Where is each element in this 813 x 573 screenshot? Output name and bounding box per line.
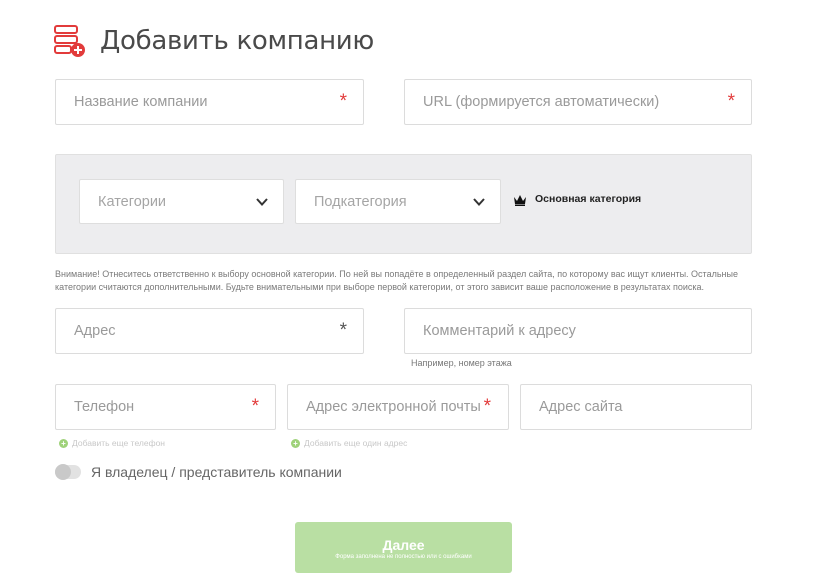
- add-phone-link[interactable]: + Добавить еще телефон: [59, 438, 165, 448]
- main-category-label: Основная категория: [535, 193, 642, 205]
- chevron-down-icon: [255, 195, 269, 209]
- required-mark: *: [727, 91, 735, 112]
- email-placeholder: Адрес электронной почты: [306, 399, 481, 415]
- email-input[interactable]: Адрес электронной почты *: [287, 384, 509, 430]
- address-placeholder: Адрес: [74, 323, 116, 339]
- crown-icon: [513, 193, 527, 206]
- required-mark: *: [339, 91, 347, 112]
- server-add-icon: [54, 24, 86, 58]
- owner-toggle-label: Я владелец / представитель компании: [91, 464, 342, 480]
- add-email-link[interactable]: + Добавить еще один адрес: [291, 438, 407, 448]
- required-mark: *: [483, 396, 491, 417]
- main-category-marker[interactable]: Основная категория: [513, 193, 642, 206]
- address-comment-input[interactable]: Комментарий к адресу: [404, 308, 752, 354]
- plus-icon: +: [291, 438, 300, 448]
- next-button[interactable]: Далее Форма заполнена не полностью или с…: [295, 522, 512, 573]
- website-placeholder: Адрес сайта: [539, 399, 623, 415]
- category-notice: Внимание! Отнеситесь ответственно к выбо…: [55, 269, 738, 292]
- url-input[interactable]: URL (формируется автоматически) *: [404, 79, 752, 125]
- company-name-placeholder: Название компании: [74, 94, 208, 110]
- company-name-input[interactable]: Название компании *: [55, 79, 364, 125]
- category-select-placeholder: Категории: [98, 193, 167, 210]
- toggle-knob: [55, 464, 71, 480]
- chevron-down-icon: [472, 195, 486, 209]
- add-phone-label: Добавить еще телефон: [72, 438, 165, 448]
- plus-icon: +: [59, 438, 68, 448]
- next-button-label: Далее: [382, 537, 425, 553]
- address-comment-hint: Например, номер этажа: [411, 358, 512, 368]
- page-header: Добавить компанию: [54, 24, 374, 58]
- phone-input[interactable]: Телефон *: [55, 384, 276, 430]
- phone-placeholder: Телефон: [74, 399, 135, 415]
- owner-toggle-row[interactable]: Я владелец / представитель компании: [55, 464, 342, 480]
- next-button-sublabel: Форма заполнена не полностью или с ошибк…: [335, 554, 472, 560]
- subcategory-select-placeholder: Подкатегория: [314, 193, 407, 210]
- address-comment-placeholder: Комментарий к адресу: [423, 323, 576, 339]
- page-title: Добавить компанию: [100, 26, 374, 56]
- owner-toggle[interactable]: [55, 464, 81, 480]
- website-input[interactable]: Адрес сайта: [520, 384, 752, 430]
- address-input[interactable]: Адрес *: [55, 308, 364, 354]
- category-panel: Категории Подкатегория Основная категори…: [55, 154, 752, 254]
- required-mark: *: [251, 396, 259, 417]
- url-placeholder: URL (формируется автоматически): [423, 94, 660, 110]
- required-mark: *: [339, 320, 347, 341]
- add-email-label: Добавить еще один адрес: [304, 438, 408, 448]
- subcategory-select[interactable]: Подкатегория: [295, 179, 501, 224]
- category-select[interactable]: Категории: [79, 179, 284, 224]
